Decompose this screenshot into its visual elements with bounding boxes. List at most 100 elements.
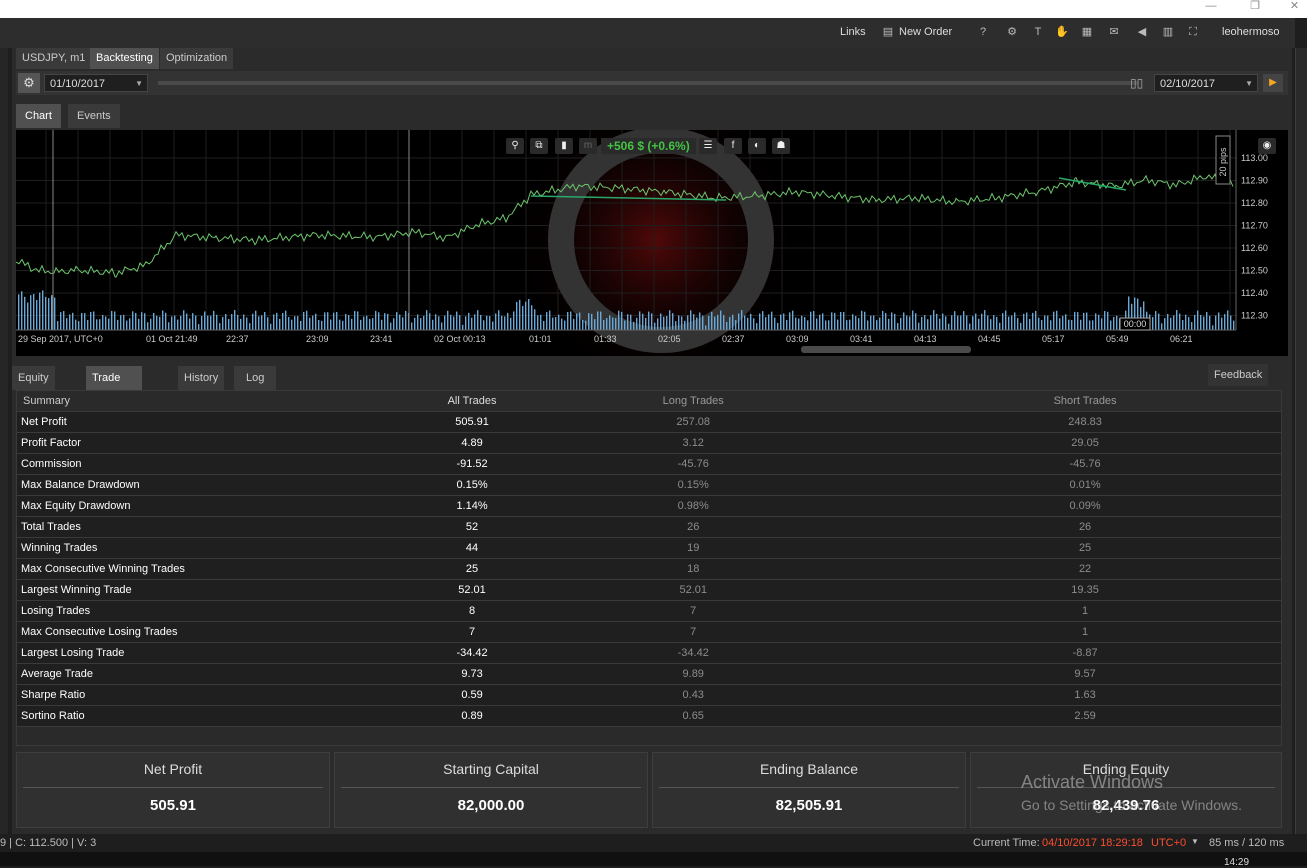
gear-icon[interactable]: ⚙ — [18, 73, 40, 93]
card-value: 505.91 — [150, 797, 196, 814]
volume-bar — [1158, 313, 1160, 330]
table-row[interactable]: Total Trades 52 26 26 — [17, 516, 1281, 538]
slider-handle[interactable]: ▯▯ — [1130, 74, 1150, 92]
camera-icon[interactable]: ◉ — [1258, 138, 1276, 154]
table-row[interactable]: Largest Winning Trade 52.01 52.01 19.35 — [17, 579, 1281, 601]
timeframe-icon[interactable]: m — [579, 138, 597, 154]
candles-icon[interactable]: ▮ — [555, 138, 573, 154]
volume-bar — [1074, 311, 1076, 330]
time-tick-label: 01:33 — [594, 334, 617, 344]
start-date-select[interactable]: 01/10/2017 ▼ — [44, 74, 148, 92]
tab-chart[interactable]: Chart — [16, 104, 61, 128]
volume-bar — [483, 320, 485, 330]
volume-bar — [24, 296, 26, 330]
chevron-down-icon: ▼ — [1245, 79, 1253, 88]
feedback-button[interactable]: Feedback ▭ — [1208, 364, 1269, 403]
settings-icon[interactable]: ⚙ — [1004, 26, 1020, 39]
table-row[interactable]: Max Consecutive Losing Trades 7 7 1 — [17, 621, 1281, 643]
table-row[interactable]: Max Equity Drawdown 1.14% 0.98% 0.09% — [17, 495, 1281, 517]
username[interactable]: leohermoso — [1222, 26, 1279, 38]
tab-history[interactable]: History — [178, 366, 225, 390]
volume-bar — [327, 312, 329, 330]
fullscreen-icon[interactable]: ⛶ — [1185, 26, 1201, 39]
tab-backtesting[interactable]: Backtesting — [90, 48, 159, 69]
zoom-icon[interactable]: ⚲ — [506, 138, 524, 154]
card-value: 82,505.91 — [775, 797, 843, 814]
table-row[interactable]: Sortino Ratio 0.89 0.65 2.59 — [17, 705, 1281, 727]
volume-bar — [1206, 311, 1208, 330]
table-row[interactable]: Profit Factor 4.89 3.12 29.05 — [17, 432, 1281, 454]
table-row[interactable]: Max Balance Drawdown 0.15% 0.15% 0.01% — [17, 474, 1281, 496]
tab-equity-chart[interactable]: Equity Chart — [12, 366, 55, 408]
volume-bar — [855, 316, 857, 330]
volume-bar — [1152, 317, 1154, 330]
sound-icon[interactable]: ◀ — [1134, 26, 1150, 39]
volume-bar — [621, 311, 623, 330]
text-icon[interactable]: T — [1030, 26, 1046, 39]
table-row[interactable]: Max Consecutive Winning Trades 25 18 22 — [17, 558, 1281, 580]
table-row[interactable]: Net Profit 505.91 257.08 248.83 — [17, 411, 1281, 433]
table-row[interactable]: Losing Trades 8 7 1 — [17, 600, 1281, 622]
volume-bar — [384, 313, 386, 330]
tab-symbol[interactable]: USDJPY, m1 — [16, 48, 92, 69]
price-chart[interactable]: 113.00 112.90 112.80 112.70 112.60 112.50 112.… — [16, 130, 1288, 356]
table-row[interactable]: Winning Trades 44 19 25 — [17, 537, 1281, 559]
chevron-down-icon[interactable]: ▼ — [1191, 837, 1199, 846]
stat-value: 1.63 — [889, 684, 1281, 706]
tab-log[interactable]: Log — [234, 366, 277, 390]
person-icon[interactable]: ☗ — [772, 138, 790, 154]
tab-events[interactable]: Events — [68, 104, 120, 128]
chart-scrollbar[interactable] — [801, 346, 971, 353]
close-icon[interactable]: ✕ — [1282, 0, 1307, 18]
price-chart-svg[interactable]: 113.00 112.90 112.80 112.70 112.60 112.50 112.… — [16, 130, 1288, 356]
stat-name: Winning Trades — [17, 537, 447, 559]
date-range-slider[interactable] — [158, 81, 1138, 85]
volume-bar — [1197, 310, 1199, 330]
stat-value: 0.98% — [497, 495, 890, 517]
volume-bar — [921, 316, 923, 330]
table-row[interactable]: Average Trade 9.73 9.89 9.57 — [17, 663, 1281, 685]
stat-name: Profit Factor — [17, 432, 447, 454]
help-icon[interactable]: ? — [975, 26, 991, 39]
layout-icon[interactable]: ▥ — [1160, 26, 1176, 39]
volume-bar — [129, 318, 131, 330]
volume-bar — [57, 321, 59, 330]
volume-bar — [1104, 310, 1106, 330]
objects-icon[interactable]: ◐ — [748, 138, 766, 154]
timezone-select[interactable]: UTC+0 — [1151, 837, 1186, 849]
play-button[interactable]: ▶ — [1263, 74, 1283, 92]
volume-bar — [1107, 311, 1109, 330]
volume-bar — [78, 321, 80, 330]
volume-bar — [975, 313, 977, 330]
volume-bar — [1014, 312, 1016, 330]
stat-value: 1.14% — [446, 495, 498, 517]
volume-bar — [225, 314, 227, 330]
restore-icon[interactable]: ❐ — [1240, 0, 1270, 18]
volume-bar — [759, 313, 761, 330]
volume-bar — [534, 309, 536, 330]
end-date-select[interactable]: 02/10/2017 ▼ — [1154, 74, 1258, 92]
volume-bar — [528, 299, 530, 330]
volume-bar — [828, 320, 830, 330]
tab-optimization[interactable]: Optimization — [160, 48, 234, 69]
tab-trade-statistics[interactable]: Trade Statistics — [86, 366, 143, 408]
mail-icon[interactable]: ✉ — [1106, 26, 1122, 39]
table-row[interactable]: Sharpe Ratio 0.59 0.43 1.63 — [17, 684, 1281, 706]
chart-settings-icon[interactable]: ⧉ — [530, 138, 548, 154]
volume-bar — [207, 315, 209, 330]
hand-icon[interactable]: ✋ — [1054, 26, 1070, 39]
volume-bar — [978, 318, 980, 330]
links-menu[interactable]: Links — [840, 26, 866, 38]
volume-bar — [270, 323, 272, 330]
stat-value: 3.12 — [497, 432, 890, 454]
list-icon[interactable]: ☰ — [699, 138, 717, 154]
table-row[interactable]: Largest Losing Trade -34.42 -34.42 -8.87 — [17, 642, 1281, 664]
info-icon[interactable]: f — [724, 138, 742, 154]
calendar-icon[interactable]: ▦ — [1079, 26, 1095, 39]
volume-bar — [312, 315, 314, 330]
volume-bar — [36, 300, 38, 330]
stat-value: 44 — [446, 537, 498, 559]
new-order-button[interactable]: New Order — [899, 26, 952, 38]
table-row[interactable]: Commission -91.52 -45.76 -45.76 — [17, 453, 1281, 475]
minimize-icon[interactable]: — — [1196, 0, 1226, 18]
